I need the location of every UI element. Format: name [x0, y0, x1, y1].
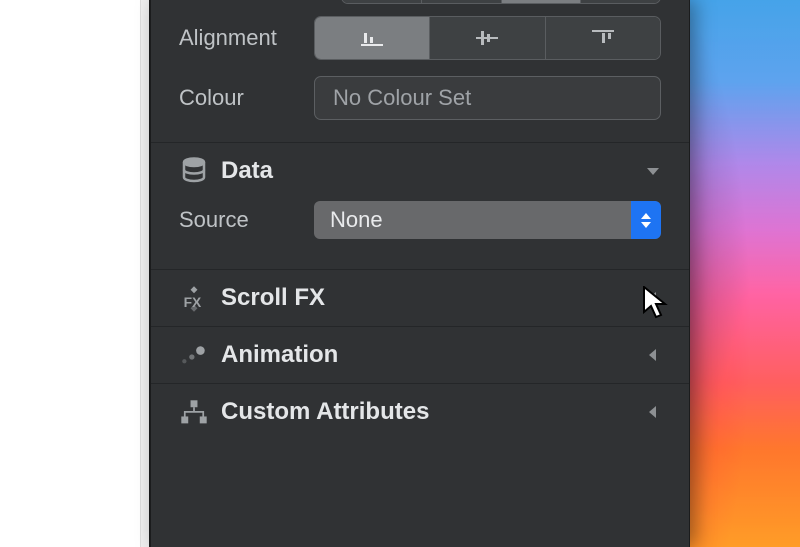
scroll-fx-title: Scroll FX — [221, 284, 325, 312]
colour-label: Colour — [179, 85, 314, 111]
top-seg-3[interactable] — [502, 0, 582, 4]
align-top-button[interactable] — [315, 17, 430, 59]
disclose-left-icon — [645, 290, 661, 306]
source-value: None — [330, 207, 631, 233]
alignment-row: Alignment — [151, 8, 689, 68]
fx-icon: FX — [179, 286, 209, 310]
align-top-icon — [359, 28, 385, 48]
top-segmented-control-cutoff[interactable] — [341, 0, 661, 4]
inspector-panel: Alignment — [150, 0, 690, 547]
source-dropdown[interactable]: None — [314, 201, 661, 239]
animation-icon — [179, 343, 209, 367]
colour-picker[interactable]: No Colour Set — [314, 76, 661, 120]
align-bottom-button[interactable] — [546, 17, 660, 59]
top-seg-2[interactable] — [422, 0, 502, 4]
dropdown-stepper[interactable] — [631, 201, 661, 239]
canvas-edge — [140, 0, 150, 547]
alignment-label: Alignment — [179, 25, 314, 51]
data-section-header[interactable]: Data — [151, 143, 689, 199]
sitemap-icon — [179, 400, 209, 424]
align-bottom-icon — [590, 28, 616, 48]
chevron-down-icon — [640, 221, 652, 229]
colour-placeholder: No Colour Set — [333, 85, 471, 111]
desktop-wallpaper — [685, 0, 800, 547]
animation-title: Animation — [221, 341, 338, 369]
animation-header[interactable]: Animation — [151, 327, 689, 383]
chevron-up-icon — [640, 212, 652, 220]
animation-section: Animation — [151, 326, 689, 383]
database-icon — [179, 159, 209, 183]
align-middle-icon — [474, 28, 500, 48]
partial-top-row — [151, 0, 689, 8]
colour-row: Colour No Colour Set — [151, 68, 689, 142]
alignment-segmented[interactable] — [314, 16, 661, 60]
custom-attributes-section: Custom Attributes — [151, 383, 689, 432]
source-label: Source — [179, 207, 314, 233]
data-section: Data Source None — [151, 142, 689, 269]
scroll-fx-section: FX Scroll FX — [151, 269, 689, 326]
align-middle-button[interactable] — [430, 17, 545, 59]
disclose-down-icon — [645, 163, 661, 179]
disclose-left-icon — [645, 404, 661, 420]
custom-attributes-title: Custom Attributes — [221, 398, 429, 426]
top-seg-4[interactable] — [581, 0, 660, 4]
custom-attributes-header[interactable]: Custom Attributes — [151, 384, 689, 432]
scroll-fx-header[interactable]: FX Scroll FX — [151, 270, 689, 326]
data-section-title: Data — [221, 157, 273, 185]
source-row: Source None — [151, 199, 689, 269]
top-seg-1[interactable] — [342, 0, 422, 4]
disclose-left-icon — [645, 347, 661, 363]
